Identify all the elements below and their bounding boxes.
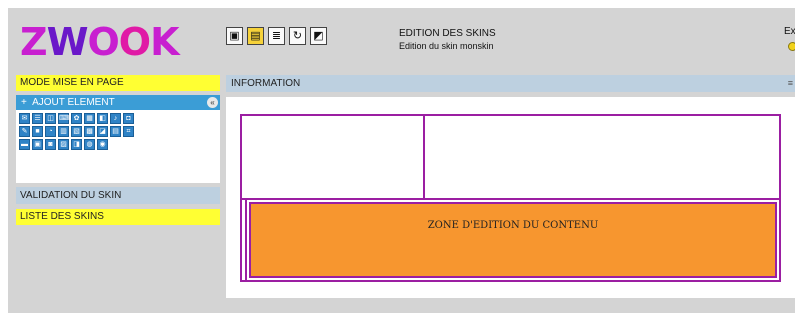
- element-type-icon[interactable]: ▩: [84, 126, 95, 137]
- element-type-icon[interactable]: ⌨: [58, 113, 69, 124]
- app-window: ZWOOK ▣ ▤ ≣ ↻ ◩ EDITION DES SKINS Edition du…: [8, 8, 795, 313]
- element-type-icon[interactable]: ✎: [19, 126, 30, 137]
- skin-canvas: ZONE D'EDITION DU CONTENU: [226, 97, 795, 298]
- information-bar: INFORMATION ≡: [226, 75, 795, 92]
- element-type-icon[interactable]: ▨: [58, 139, 69, 150]
- add-element-header[interactable]: + AJOUT ELEMENT «: [16, 95, 220, 110]
- liste-des-skins-menu[interactable]: LISTE DES SKINS: [16, 209, 220, 225]
- layout-icon[interactable]: ▣: [226, 27, 243, 45]
- page-icon[interactable]: ▤: [247, 27, 264, 45]
- information-toggle-icon[interactable]: ≡: [788, 75, 793, 92]
- mode-mise-en-page-menu[interactable]: MODE MISE EN PAGE: [16, 75, 220, 91]
- validation-du-skin-menu[interactable]: VALIDATION DU SKIN: [16, 187, 220, 204]
- element-type-icon[interactable]: ◙: [45, 139, 56, 150]
- refresh-icon[interactable]: ↻: [289, 27, 306, 45]
- element-type-icon[interactable]: ◉: [97, 139, 108, 150]
- element-type-icon[interactable]: ◘: [123, 113, 134, 124]
- element-type-icon[interactable]: ◫: [45, 113, 56, 124]
- page-title: EDITION DES SKINS: [399, 28, 496, 39]
- layout-cell-left[interactable]: [242, 116, 425, 198]
- toolbar: ▣ ▤ ≣ ↻ ◩: [226, 27, 327, 45]
- layout-left-border: [245, 200, 247, 280]
- logo-letter: Z: [20, 20, 48, 64]
- element-type-icon[interactable]: ♪: [110, 113, 121, 124]
- element-type-icon[interactable]: ☰: [32, 113, 43, 124]
- element-type-icon[interactable]: ▥: [58, 126, 69, 137]
- element-type-icon[interactable]: ◨: [71, 139, 82, 150]
- exit-link[interactable]: Exi: [784, 26, 795, 37]
- logo-letter: O: [87, 20, 119, 64]
- element-type-icon[interactable]: ▤: [110, 126, 121, 137]
- element-type-icon[interactable]: ▣: [32, 139, 43, 150]
- plus-icon: +: [21, 97, 27, 108]
- element-type-icon[interactable]: ◪: [97, 126, 108, 137]
- logo-letter: K: [150, 20, 179, 64]
- element-type-icon[interactable]: ◧: [97, 113, 108, 124]
- element-type-icon[interactable]: ▬: [19, 139, 30, 150]
- image-icon[interactable]: ◩: [310, 27, 327, 45]
- zwook-logo: ZWOOK: [20, 20, 180, 64]
- collapse-icon[interactable]: «: [207, 97, 218, 108]
- element-type-icon[interactable]: ◔: [45, 126, 56, 137]
- page-heading: EDITION DES SKINS Edition du skin monski…: [399, 28, 496, 52]
- layout-divider: [242, 198, 779, 200]
- element-type-icon[interactable]: ■: [32, 126, 43, 137]
- logo-letter: O: [118, 20, 151, 64]
- element-icon-row: ▬ ▣ ◙ ▨ ◨ ◍ ◉: [19, 139, 220, 150]
- add-element-label: AJOUT ELEMENT: [32, 97, 115, 108]
- information-label: INFORMATION: [231, 78, 301, 89]
- add-element-panel: + AJOUT ELEMENT « ✉ ☰ ◫ ⌨ ✿ ▦ ◧ ♪ ◘ ✎ ■ ◔ ▥ ▧ ▩ ◪ ▤ ⌗ ▬ ▣ ◙ ▨…: [16, 95, 220, 183]
- element-type-icon[interactable]: ▧: [71, 126, 82, 137]
- element-type-icon[interactable]: ◍: [84, 139, 95, 150]
- content-zone-label: ZONE D'EDITION DU CONTENU: [427, 220, 599, 231]
- element-type-icon[interactable]: ✿: [71, 113, 82, 124]
- page-subtitle: Edition du skin monskin: [399, 41, 494, 51]
- skin-layout-frame: ZONE D'EDITION DU CONTENU: [240, 114, 781, 282]
- element-icon-row: ✎ ■ ◔ ▥ ▧ ▩ ◪ ▤ ⌗: [19, 126, 220, 137]
- element-type-icon[interactable]: ▦: [84, 113, 95, 124]
- exit-icon[interactable]: [788, 42, 795, 51]
- element-type-icon[interactable]: ✉: [19, 113, 30, 124]
- element-icon-row: ✉ ☰ ◫ ⌨ ✿ ▦ ◧ ♪ ◘: [19, 113, 220, 124]
- logo-letter: W: [46, 20, 89, 64]
- content-edit-zone[interactable]: ZONE D'EDITION DU CONTENU: [249, 202, 777, 278]
- element-icon-grid: ✉ ☰ ◫ ⌨ ✿ ▦ ◧ ♪ ◘ ✎ ■ ◔ ▥ ▧ ▩ ◪ ▤ ⌗ ▬ ▣ ◙ ▨ ◨ ◍ ◉: [16, 110, 220, 150]
- element-type-icon[interactable]: ⌗: [123, 126, 134, 137]
- text-icon[interactable]: ≣: [268, 27, 285, 45]
